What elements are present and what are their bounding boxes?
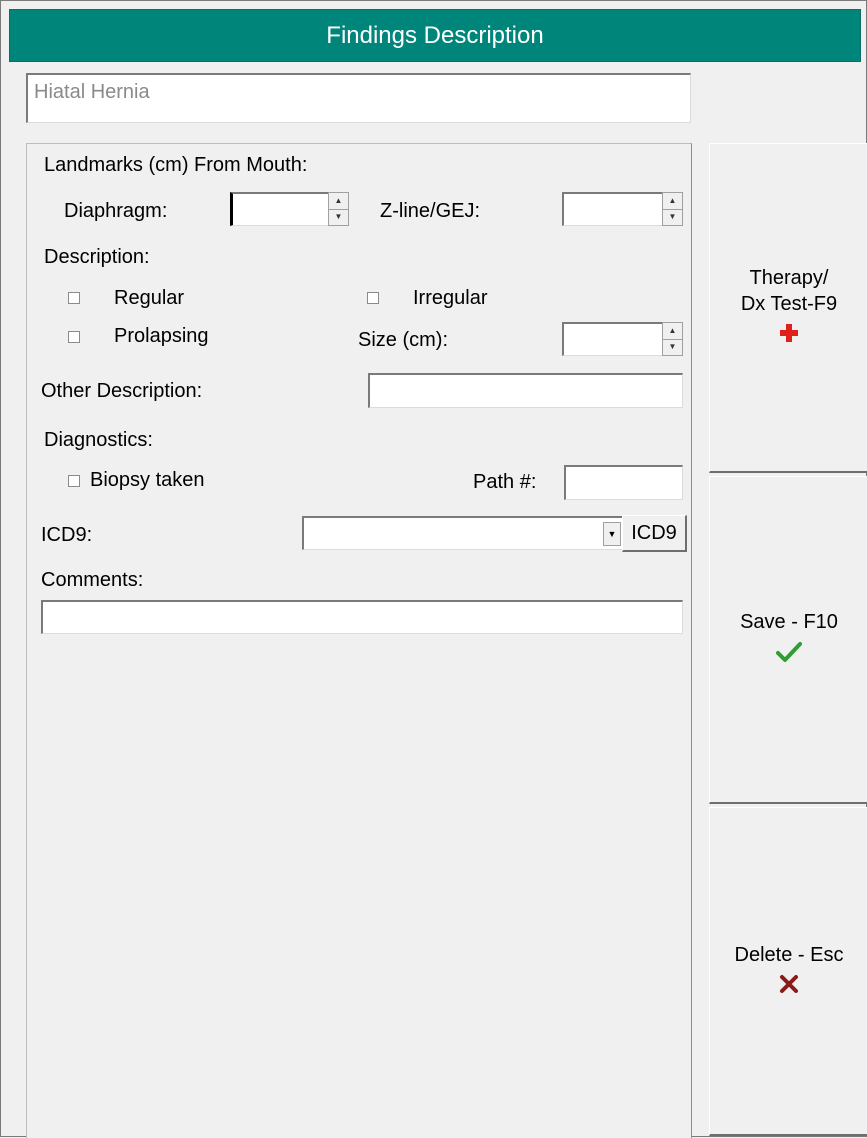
biopsy-label: Biopsy taken [90,469,205,491]
path-number-input[interactable] [564,465,683,500]
zline-input[interactable] [562,192,662,226]
irregular-label: Irregular [413,287,488,309]
dialog-title: Findings Description [9,9,861,62]
irregular-checkbox[interactable] [367,292,379,304]
other-description-input[interactable] [368,373,683,408]
zline-up-arrow-icon[interactable]: ▲ [663,193,682,209]
prolapsing-checkbox[interactable] [68,331,80,343]
diaphragm-label: Diaphragm: [64,200,168,222]
chevron-down-icon[interactable]: ▼ [603,522,621,546]
regular-label: Regular [114,287,185,309]
landmarks-heading: Landmarks (cm) From Mouth: [44,154,308,176]
diaphragm-spinner[interactable]: ▲ ▼ [230,192,349,226]
icd9-dropdown[interactable]: ▼ [302,516,622,550]
icd9-label: ICD9: [41,524,93,546]
comments-input[interactable] [41,600,683,634]
size-input[interactable] [562,322,662,356]
delete-button[interactable]: Delete - Esc [709,807,867,1136]
diaphragm-up-arrow-icon[interactable]: ▲ [329,193,348,209]
therapy-dx-test-button[interactable]: Therapy/ Dx Test-F9 [709,143,867,473]
delete-label: Delete - Esc [734,943,844,966]
save-label: Save - F10 [740,611,838,633]
findings-form-panel: Landmarks (cm) From Mouth: Diaphragm: ▲ … [26,143,692,1138]
comments-label: Comments: [41,569,144,591]
icd9-lookup-button[interactable]: ICD9 [622,515,687,552]
save-button[interactable]: Save - F10 [709,476,867,804]
finding-name-field[interactable]: Hiatal Hernia [26,73,691,123]
description-heading: Description: [44,246,150,268]
diaphragm-input[interactable] [230,192,328,226]
size-label: Size (cm): [358,329,448,351]
findings-dialog: Findings Description Hiatal Hernia Landm… [0,0,867,1138]
x-icon [779,974,799,1001]
zline-spinner[interactable]: ▲ ▼ [562,192,683,226]
biopsy-checkbox[interactable] [68,475,80,487]
size-up-arrow-icon[interactable]: ▲ [663,323,682,339]
regular-checkbox[interactable] [68,292,80,304]
checkmark-icon [776,641,802,670]
path-label: Path #: [473,471,537,493]
therapy-label-line1: Therapy/ [749,267,829,289]
zline-down-arrow-icon[interactable]: ▼ [663,208,682,226]
size-down-arrow-icon[interactable]: ▼ [663,338,682,356]
size-spinner[interactable]: ▲ ▼ [562,322,683,356]
plus-icon [779,323,799,350]
zline-label: Z-line/GEJ: [380,200,481,222]
prolapsing-label: Prolapsing [114,325,209,347]
therapy-label-line2: Dx Test-F9 [740,293,838,315]
diaphragm-down-arrow-icon[interactable]: ▼ [329,208,348,226]
other-description-label: Other Description: [41,380,203,402]
diagnostics-heading: Diagnostics: [44,429,153,451]
